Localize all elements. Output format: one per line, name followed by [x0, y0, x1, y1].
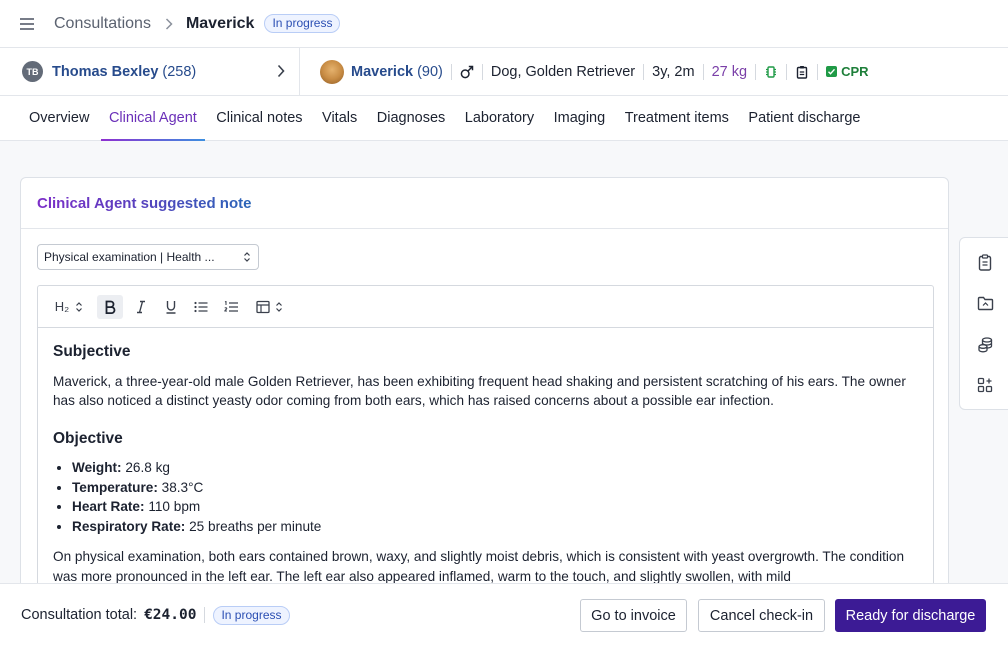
vital-label: Temperature: [72, 479, 158, 495]
coins-icon[interactable] [973, 332, 997, 356]
chevron-up-down-icon [76, 301, 83, 312]
note-template-select[interactable]: Physical examination | Health ... [37, 244, 259, 270]
tab-patient-discharge[interactable]: Patient discharge [748, 96, 860, 141]
note-document[interactable]: Subjective Maverick, a three-year-old ma… [38, 328, 933, 604]
clipboard-list-icon[interactable] [973, 250, 997, 274]
client-avatar: TB [22, 61, 43, 82]
vital-value: 38.3°C [161, 479, 204, 495]
list-item: Heart Rate: 110 bpm [72, 497, 918, 517]
main-content: Clinical Agent suggested note Physical e… [0, 141, 1008, 605]
go-to-invoice-button[interactable]: Go to invoice [580, 599, 687, 632]
divider [204, 607, 206, 623]
divider [450, 63, 452, 80]
cpr-label: CPR [841, 64, 869, 79]
patient-count: (90) [417, 63, 443, 80]
tab-treatment-items[interactable]: Treatment items [625, 96, 729, 141]
vital-value: 110 bpm [148, 499, 201, 514]
divider [481, 63, 483, 80]
patient-weight: 27 kg [711, 63, 748, 80]
note-editor: H₂ Subjective Maverick, a three-year-old… [37, 285, 934, 605]
patient-name[interactable]: Maverick [351, 64, 413, 80]
card-title: Clinical Agent suggested note [37, 194, 252, 212]
italic-icon[interactable] [129, 295, 153, 319]
patient-avatar [320, 59, 344, 84]
chevron-up-down-icon [243, 251, 251, 266]
client-selector[interactable]: TB Thomas Bexley (258) [0, 47, 300, 96]
top-bar: Consultations Maverick In progress [0, 0, 1008, 48]
numbered-list-icon[interactable] [219, 295, 243, 319]
menu-icon[interactable] [0, 0, 54, 48]
client-name: Thomas Bexley [52, 63, 159, 80]
vital-label: Weight: [72, 460, 122, 475]
list-item: Weight: 26.8 kg [72, 458, 918, 478]
cancel-check-in-button[interactable]: Cancel check-in [698, 599, 825, 632]
chevron-up-down-icon [275, 301, 282, 312]
table-dropdown[interactable] [251, 295, 287, 319]
vital-label: Heart Rate: [72, 499, 145, 514]
apps-add-icon[interactable] [973, 373, 997, 397]
heading-label: H₂ [54, 299, 70, 314]
male-icon [460, 65, 474, 79]
divider [817, 63, 819, 80]
divider [755, 63, 757, 80]
vital-label: Respiratory Rate: [72, 518, 186, 534]
total-label: Consultation total: [21, 607, 138, 623]
tab-laboratory[interactable]: Laboratory [465, 96, 534, 141]
exam-paragraph: On physical examination, both ears conta… [53, 549, 905, 584]
page-title: Maverick [185, 14, 255, 32]
cpr-status: CPR [826, 64, 869, 79]
divider [702, 63, 704, 80]
status-badge: In progress [213, 605, 290, 625]
status-badge: In progress [264, 14, 341, 33]
subjective-paragraph: Maverick, a three-year-old male Golden R… [53, 373, 906, 409]
footer-bar: Consultation total: €24.00 In progress G… [0, 583, 1008, 646]
list-item: Temperature: 38.3°C [72, 478, 918, 498]
app: Consultations Maverick In progress TB Th… [0, 0, 1008, 646]
vital-value: 25 breaths per minute [189, 518, 322, 534]
breadcrumb-consultations[interactable]: Consultations [54, 15, 151, 33]
divider [786, 63, 788, 80]
divider [643, 63, 645, 80]
tab-imaging[interactable]: Imaging [554, 96, 606, 141]
table-icon [255, 300, 270, 313]
patient-age: 3y, 2m [652, 63, 695, 80]
tab-bar: Overview Clinical Agent Clinical notes V… [0, 96, 1008, 141]
bullet-list-icon[interactable] [189, 295, 213, 319]
vitals-list: Weight: 26.8 kg Temperature: 38.3°C Hear… [72, 458, 918, 536]
suggested-note-card: Clinical Agent suggested note Physical e… [20, 177, 949, 605]
note-template-value: Physical examination | Health ... [44, 250, 215, 264]
ready-for-discharge-button[interactable]: Ready for discharge [835, 599, 986, 632]
microchip-icon[interactable] [764, 65, 778, 79]
clipboard-icon[interactable] [795, 65, 809, 79]
chevron-right-icon [165, 17, 173, 30]
tab-overview[interactable]: Overview [29, 96, 89, 141]
subjective-heading: Subjective [53, 343, 131, 360]
tab-clinical-notes[interactable]: Clinical notes [216, 96, 302, 141]
vital-value: 26.8 kg [125, 460, 170, 475]
heading-dropdown[interactable]: H₂ [51, 295, 87, 319]
tab-clinical-agent[interactable]: Clinical Agent [100, 96, 205, 141]
client-count: (258) [162, 63, 197, 80]
right-rail [959, 237, 1008, 410]
tab-vitals[interactable]: Vitals [322, 96, 357, 141]
underline-icon[interactable] [159, 295, 183, 319]
chevron-right-icon [277, 64, 285, 83]
total-value: €24.00 [144, 607, 197, 623]
patient-info: Maverick (90) Dog, Golden Retriever 3y, … [300, 48, 869, 96]
tab-diagnoses[interactable]: Diagnoses [377, 96, 446, 141]
patient-bar: TB Thomas Bexley (258) Maverick (90) Dog… [0, 47, 1008, 96]
list-item: Respiratory Rate: 25 breaths per minute [72, 517, 918, 537]
bold-icon[interactable] [97, 294, 123, 319]
card-header: Clinical Agent suggested note [21, 178, 948, 229]
patient-species-breed: Dog, Golden Retriever [490, 63, 636, 80]
folder-image-icon[interactable] [973, 291, 997, 315]
objective-heading: Objective [53, 429, 123, 447]
editor-toolbar: H₂ [38, 286, 933, 328]
check-icon [826, 66, 838, 77]
